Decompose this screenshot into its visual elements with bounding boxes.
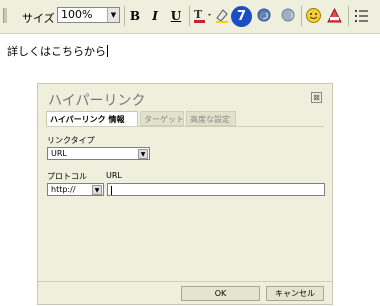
font-size-label: サイズ [22,12,55,25]
zoom-value: 100% [61,8,93,21]
step-badge: 7 [231,6,252,27]
url-label: URL [106,171,122,180]
text-color-icon[interactable]: T [193,7,211,24]
toolbar-separator [124,6,125,26]
zoom-select[interactable]: 100% ▼ [57,7,120,23]
tab-link-info[interactable]: ハイパーリンク 情報 [46,111,138,126]
list-icon[interactable] [353,7,370,24]
highlight-icon[interactable] [214,7,231,24]
link-type-select[interactable]: URL ▼ [47,147,150,160]
editor-text: 詳しくはこちらから [7,45,106,58]
cancel-button[interactable]: キャンセル [266,286,324,301]
chevron-down-icon: ▼ [138,149,148,159]
underline-button[interactable]: U [168,8,184,24]
link-type-value: URL [51,149,67,158]
chevron-down-icon: ▼ [107,8,119,22]
dialog-footer: OK キャンセル [38,281,332,304]
chevron-down-icon: ▼ [92,185,102,195]
protocol-value: http:// [51,185,76,194]
tab-advanced[interactable]: 高度な設定 [186,111,236,126]
text-caret [111,186,112,195]
url-field[interactable] [107,183,325,196]
editor-toolbar: サイズ 100% ▼ B I U T 7 [0,0,380,34]
close-icon[interactable]: ⊠ [311,92,322,103]
tab-panel-border [46,126,324,127]
toolbar-grip[interactable] [3,8,7,23]
special-char-icon[interactable] [326,7,343,24]
hyperlink-dialog: ハイパーリンク ⊠ ハイパーリンク 情報 ターゲット 高度な設定 リンクタイプ … [37,83,333,305]
svg-text:T: T [194,8,203,21]
protocol-select[interactable]: http:// ▼ [47,183,104,196]
tab-target[interactable]: ターゲット [140,111,184,126]
toolbar-separator [189,6,190,26]
unlink-icon[interactable] [280,7,297,24]
link-type-label: リンクタイプ [47,136,95,145]
editor-content[interactable]: 詳しくはこちらから [7,43,108,59]
bold-button[interactable]: B [127,8,143,24]
hyperlink-icon[interactable] [256,7,273,24]
dialog-title: ハイパーリンク [48,93,146,109]
italic-button[interactable]: I [147,8,163,24]
toolbar-separator [348,6,349,26]
protocol-label: プロトコル [47,172,87,181]
smiley-icon[interactable] [305,7,322,24]
toolbar-separator [301,6,302,26]
ok-button[interactable]: OK [181,286,260,301]
text-caret [107,45,108,57]
